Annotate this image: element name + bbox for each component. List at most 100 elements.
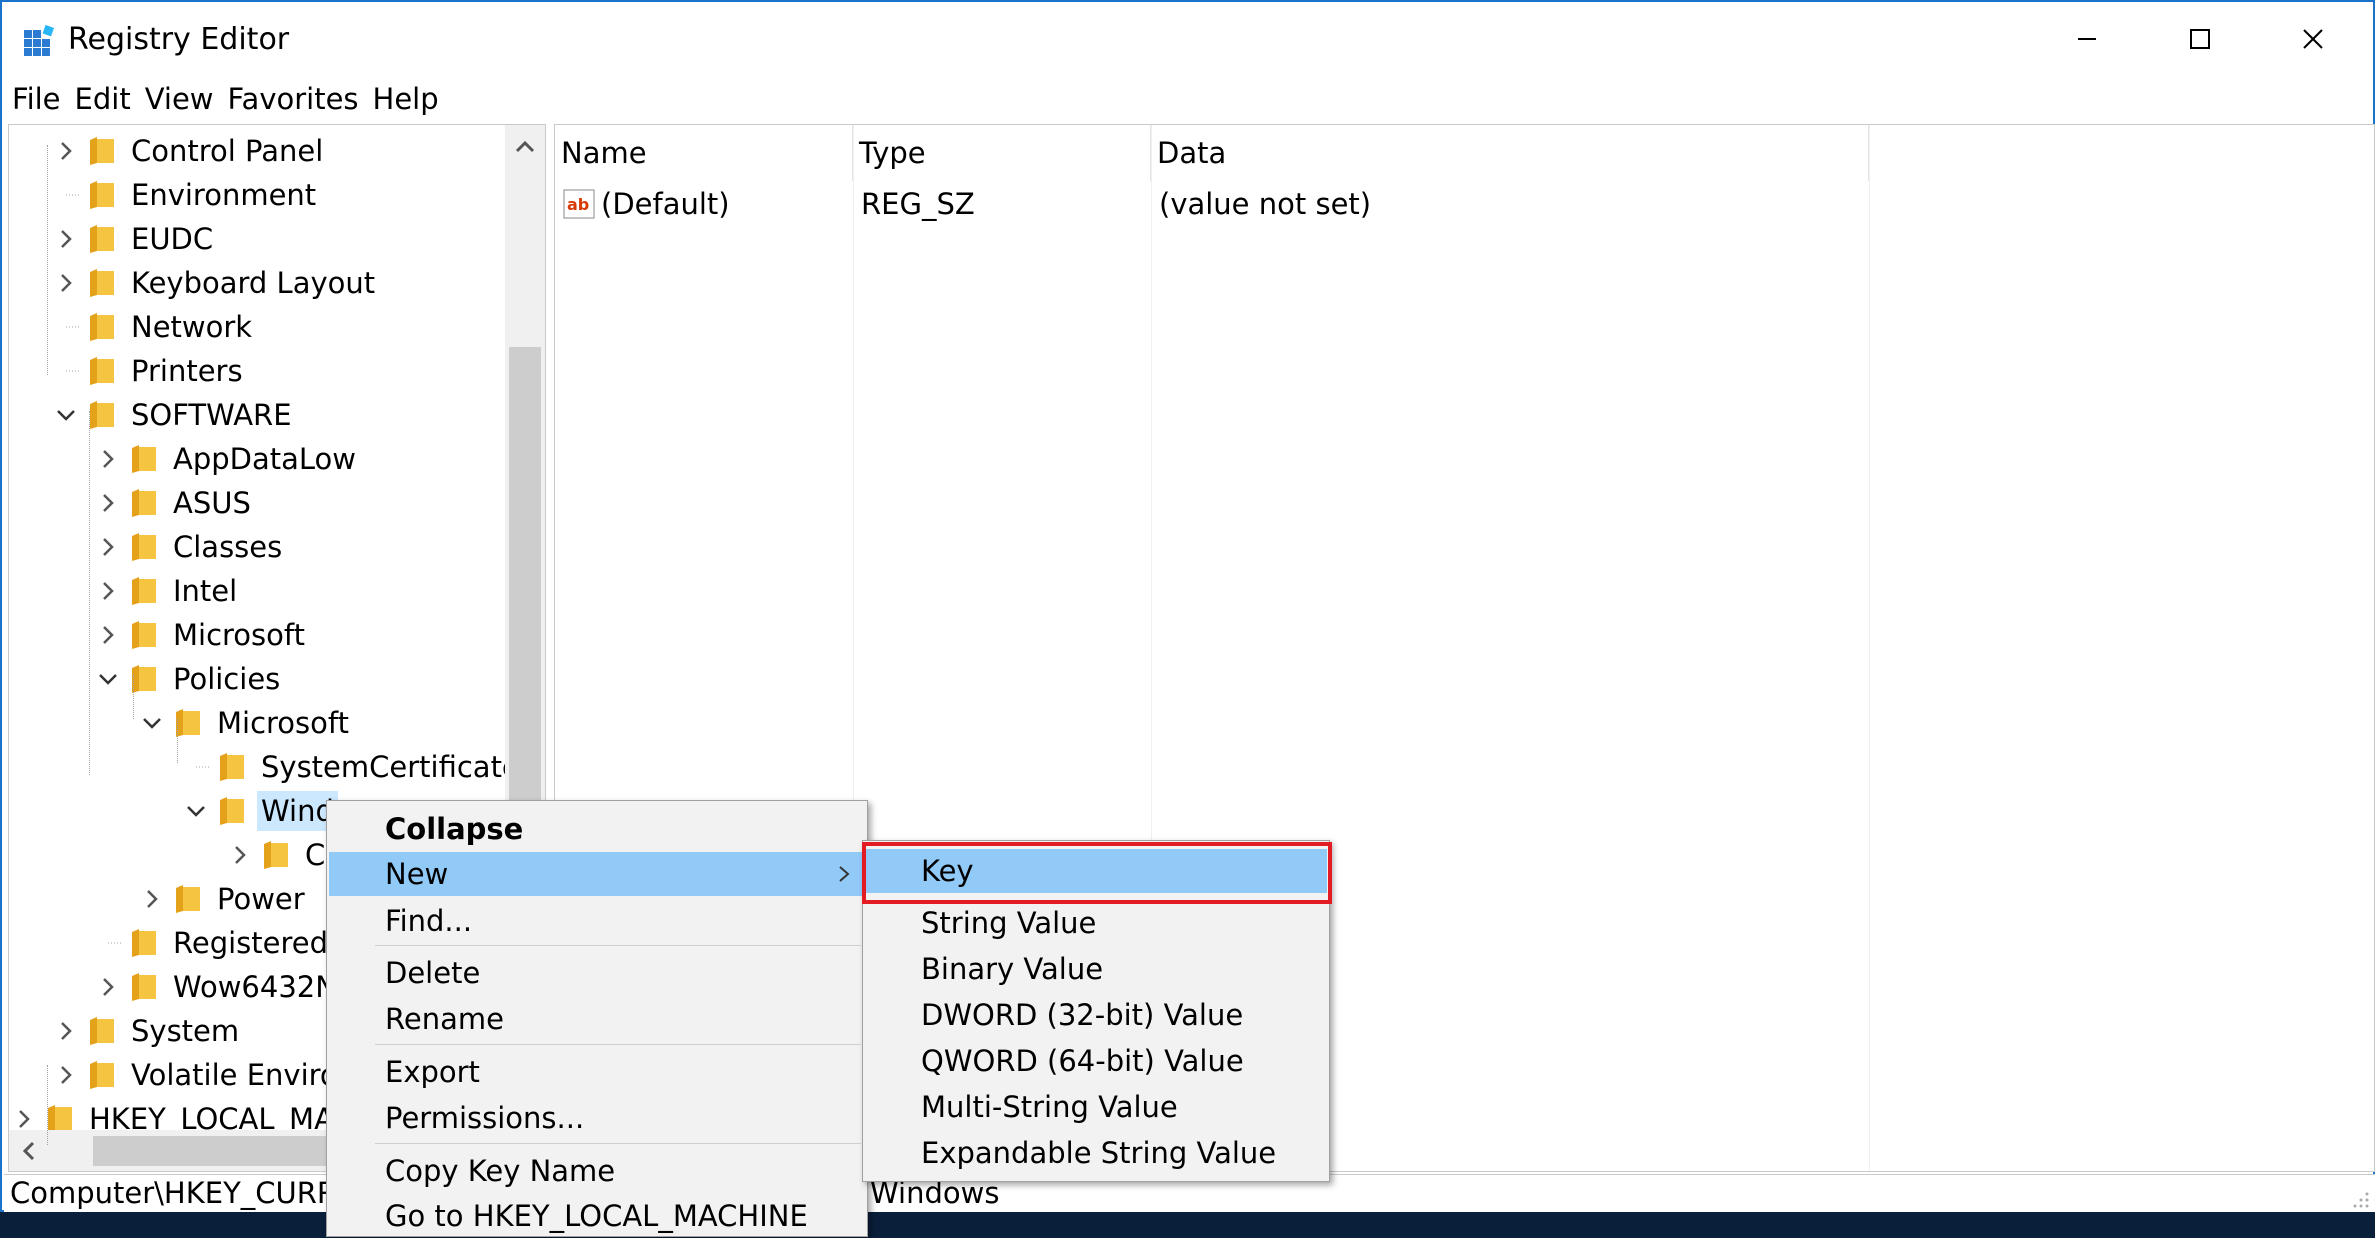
chevron-right-icon[interactable]: [95, 446, 121, 472]
tree-item-label: EUDC: [131, 222, 214, 256]
tree-item[interactable]: Keyboard Layout: [53, 261, 375, 305]
chevron-right-icon[interactable]: [53, 226, 79, 252]
tree-item[interactable]: Policies: [95, 657, 280, 701]
chevron-right-icon[interactable]: [227, 842, 253, 868]
tree-item[interactable]: Control Panel: [53, 129, 323, 173]
chevron-right-icon[interactable]: [95, 974, 121, 1000]
maximize-button[interactable]: [2145, 14, 2255, 64]
tree-item[interactable]: Environment: [53, 173, 316, 217]
tree-item[interactable]: AppDataLow: [95, 437, 356, 481]
chevron-right-icon[interactable]: [95, 622, 121, 648]
folder-icon: [220, 797, 244, 825]
scroll-left-icon[interactable]: [15, 1137, 43, 1165]
folder-icon: [176, 885, 200, 913]
column-divider: [1869, 125, 1870, 1171]
submenu-item-key[interactable]: Key: [865, 849, 1327, 893]
menu-item-rename[interactable]: Rename: [329, 997, 865, 1041]
tree-item[interactable]: Microsoft: [139, 701, 349, 745]
chevron-right-icon[interactable]: [53, 1018, 79, 1044]
submenu-item-expandable-string-value[interactable]: Expandable String Value: [865, 1131, 1327, 1175]
tree-item-label: System: [131, 1014, 240, 1048]
tree-item-label: ASUS: [173, 486, 251, 520]
menu-help[interactable]: Help: [373, 79, 439, 119]
tree-item-label: Microsoft: [173, 618, 305, 652]
tree-item[interactable]: Volatile Enviror: [53, 1053, 350, 1097]
chevron-right-icon[interactable]: [139, 886, 165, 912]
tree-guide-line: [47, 1065, 48, 1145]
menu-item-permissions[interactable]: Permissions...: [329, 1096, 865, 1140]
folder-icon: [90, 225, 114, 253]
tree-item-label: Control Panel: [131, 134, 324, 168]
tree-guide-line: [47, 145, 48, 375]
chevron-down-icon[interactable]: [139, 710, 165, 736]
minimize-icon: [2078, 38, 2096, 40]
menu-item-collapse[interactable]: Collapse: [329, 807, 865, 851]
folder-icon: [90, 313, 114, 341]
menu-view[interactable]: View: [145, 79, 214, 119]
value-row-name[interactable]: ab (Default): [561, 181, 851, 227]
menu-item-export[interactable]: Export: [329, 1050, 865, 1094]
tree-item[interactable]: ASUS: [95, 481, 251, 525]
chevron-down-icon[interactable]: [183, 798, 209, 824]
folder-icon: [220, 753, 244, 781]
tree-item[interactable]: Power: [139, 877, 305, 921]
chevron-right-icon[interactable]: [53, 270, 79, 296]
tree-item[interactable]: Wind: [183, 789, 338, 833]
chevron-right-icon[interactable]: [95, 534, 121, 560]
chevron-right-icon[interactable]: [11, 1106, 37, 1132]
maximize-icon: [2190, 29, 2210, 49]
tree-item[interactable]: Network: [53, 305, 252, 349]
string-value-icon: ab: [563, 189, 595, 219]
chevron-right-icon[interactable]: [53, 138, 79, 164]
column-header-type[interactable]: Type: [853, 125, 1151, 181]
menu-separator: [375, 1143, 861, 1144]
chevron-down-icon[interactable]: [53, 402, 79, 428]
submenu-item-dword-value[interactable]: DWORD (32-bit) Value: [865, 993, 1327, 1037]
menu-item-find[interactable]: Find...: [329, 899, 865, 943]
tree-item-label: Environment: [131, 178, 317, 212]
tree-item[interactable]: SystemCertificates: [183, 745, 535, 789]
submenu-item-string-value[interactable]: String Value: [865, 901, 1327, 945]
menu-edit[interactable]: Edit: [75, 79, 131, 119]
column-header-data[interactable]: Data: [1151, 125, 1869, 181]
chevron-right-icon[interactable]: [95, 578, 121, 604]
folder-icon: [132, 489, 156, 517]
minimize-button[interactable]: [2032, 14, 2142, 64]
tree-item[interactable]: Classes: [95, 525, 282, 569]
menu-item-copy-key-name[interactable]: Copy Key Name: [329, 1149, 865, 1193]
chevron-right-icon[interactable]: [95, 490, 121, 516]
tree-item-label: Printers: [131, 354, 243, 388]
chevron-right-icon[interactable]: [53, 1062, 79, 1088]
tree-item[interactable]: Wow6432N: [95, 965, 337, 1009]
tree-item[interactable]: Microsoft: [95, 613, 305, 657]
tree-item[interactable]: Intel: [95, 569, 237, 613]
chevron-down-icon[interactable]: [95, 666, 121, 692]
tree-guide-line: [177, 719, 178, 763]
folder-icon: [90, 181, 114, 209]
tree-connector-icon: [66, 194, 79, 196]
tree-item[interactable]: EUDC: [53, 217, 213, 261]
scroll-up-icon[interactable]: [511, 133, 539, 161]
menu-item-new[interactable]: New: [329, 852, 865, 896]
folder-icon: [264, 841, 288, 869]
folder-icon: [90, 357, 114, 385]
close-button[interactable]: [2258, 14, 2368, 64]
tree-connector-icon: [66, 370, 79, 372]
menu-file[interactable]: File: [12, 79, 61, 119]
tree-item-label: Policies: [173, 662, 281, 696]
resize-grip-icon[interactable]: [2347, 1186, 2371, 1210]
submenu-item-multi-string-value[interactable]: Multi-String Value: [865, 1085, 1327, 1129]
menu-separator: [375, 1044, 861, 1045]
folder-icon: [132, 445, 156, 473]
menu-item-goto-hklm[interactable]: Go to HKEY_LOCAL_MACHINE: [329, 1194, 865, 1238]
value-data: (value not set): [1159, 187, 1372, 221]
menu-item-delete[interactable]: Delete: [329, 951, 865, 995]
tree-item[interactable]: RegisteredA: [95, 921, 348, 965]
tree-item[interactable]: System: [53, 1009, 239, 1053]
submenu-item-binary-value[interactable]: Binary Value: [865, 947, 1327, 991]
value-type: REG_SZ: [861, 187, 975, 221]
column-header-name[interactable]: Name: [555, 125, 853, 181]
tree-item[interactable]: Printers: [53, 349, 243, 393]
submenu-item-qword-value[interactable]: QWORD (64-bit) Value: [865, 1039, 1327, 1083]
menu-favorites[interactable]: Favorites: [228, 79, 359, 119]
